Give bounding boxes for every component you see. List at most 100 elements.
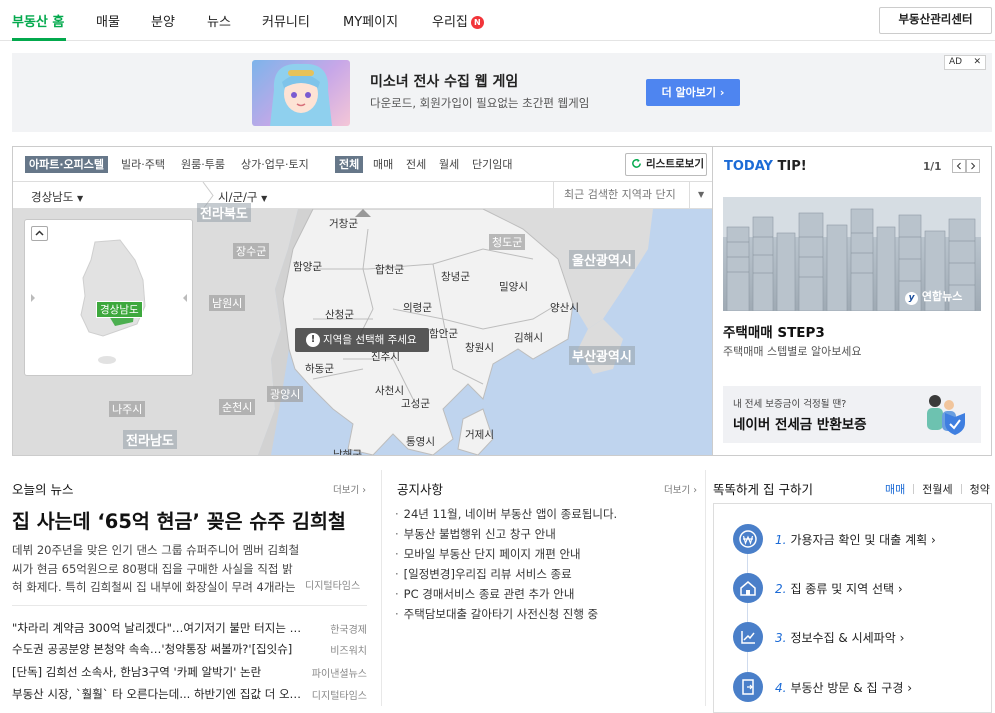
step-funding[interactable]: 1. 가용자금 확인 및 대출 계획 › xyxy=(733,524,983,554)
recent-search-placeholder: 최근 검색한 지역과 단지 xyxy=(564,188,676,201)
map-search-panel: 아파트·오피스텔 빌라·주택 원룸·투룸 상가·업무·토지 전체 매매 전세 월… xyxy=(12,146,713,456)
column-divider xyxy=(381,470,382,706)
news-item[interactable]: 부동산 시장, `훨훨` 타 오른다는데... 하반기엔 집값 더 오를까 디지털… xyxy=(12,686,367,704)
map-label-tongyeong[interactable]: 통영시 xyxy=(406,434,435,449)
tab-deal-all[interactable]: 전체 xyxy=(335,156,364,173)
nav-myhome-label: 우리집 xyxy=(432,15,468,30)
nav-presale[interactable]: 분양 xyxy=(151,11,175,30)
map-label-sacheon[interactable]: 사천시 xyxy=(375,383,404,398)
map-label-haman[interactable]: 함안군 xyxy=(429,326,458,341)
step-market-research[interactable]: 3. 정보수집 & 시세파악 › xyxy=(733,622,983,652)
realty-center-button[interactable]: 부동산관리센터 xyxy=(879,7,992,34)
tab-deal-jeonse[interactable]: 전세 xyxy=(406,156,426,173)
map-label-ulsan[interactable]: 울산광역시 xyxy=(569,250,635,269)
korea-minimap-shape xyxy=(31,239,187,364)
ad-title[interactable]: 미소녀 전사 수집 웹 게임 xyxy=(370,71,518,91)
map-label-hapcheon[interactable]: 합천군 xyxy=(375,262,404,277)
news-item[interactable]: [단독] 김희선 소속사, 한남3구역 '카페 알박기' 논란 파이낸셜뉴스 xyxy=(12,664,367,682)
step-number: 3. xyxy=(775,631,787,645)
region-select-bar: 경상남도 ▼ 시/군/구 ▼ 최근 검색한 지역과 단지 ▼ xyxy=(13,182,712,209)
map-label-uiryeong[interactable]: 의령군 xyxy=(403,300,432,315)
tab-house-sale[interactable]: 매매 xyxy=(885,483,905,496)
map-label-hadong[interactable]: 하동군 xyxy=(305,361,334,376)
house-icon xyxy=(733,573,763,603)
notice-more-link[interactable]: 더보기 › xyxy=(664,482,697,496)
notice-item[interactable]: 부동산 불법행위 신고 창구 안내 xyxy=(395,526,556,542)
tip-next-button[interactable] xyxy=(966,159,980,173)
notice-item[interactable]: [일정변경]우리집 리뷰 서비스 종료 xyxy=(395,566,572,582)
region-map[interactable]: 전라북도 울산광역시 부산광역시 전라남도 장수군 남원시 광양시 순천시 나주… xyxy=(13,203,712,455)
map-label-geoje[interactable]: 거제시 xyxy=(465,427,494,442)
ad-learn-more-button[interactable]: 더 알아보기 › xyxy=(646,79,740,106)
map-label-changwon[interactable]: 창원시 xyxy=(465,340,494,355)
news-item[interactable]: 수도권 공공분양 본청약 속속…'청약통장 써볼까?'[집잇슈] 비즈워치 xyxy=(12,641,367,659)
tab-house-subscription[interactable]: 청약 xyxy=(970,483,990,496)
map-label-hamyang[interactable]: 함양군 xyxy=(293,259,322,274)
map-label-gimhae[interactable]: 김해시 xyxy=(514,330,543,345)
korea-minimap[interactable]: 경상남도 xyxy=(24,219,193,376)
province-select[interactable]: 경상남도 ▼ xyxy=(31,189,83,205)
map-label-sancheong[interactable]: 산청군 xyxy=(325,307,354,322)
nav-listings[interactable]: 매물 xyxy=(96,11,120,30)
tab-deal-monthly[interactable]: 월세 xyxy=(439,156,459,173)
news-item-title[interactable]: 부동산 시장, `훨훨` 타 오른다는데... 하반기엔 집값 더 오를까 xyxy=(12,686,307,702)
tab-house-rent[interactable]: 전월세 xyxy=(922,483,952,496)
banner-headline: 네이버 전세금 반환보증 xyxy=(733,417,867,433)
notice-item[interactable]: 모바일 부동산 단지 페이지 개편 안내 xyxy=(395,546,581,562)
news-item-title[interactable]: 수도권 공공분양 본청약 속속…'청약통장 써볼까?'[집잇슈] xyxy=(12,641,307,657)
map-label-namwon: 남원시 xyxy=(209,295,246,311)
map-label-yangsan[interactable]: 양산시 xyxy=(550,300,579,315)
map-label-namhae[interactable]: 남해군 xyxy=(333,447,362,455)
tip-prev-button[interactable] xyxy=(952,159,966,173)
notice-more-label: 더보기 xyxy=(664,485,691,496)
news-summary[interactable]: 데뷔 20주년을 맞은 인기 댄스 그룹 슈퍼주니어 멤버 김희철씨가 현금 6… xyxy=(12,541,302,597)
news-item-title[interactable]: [단독] 김희선 소속사, 한남3구역 '카페 알박기' 논란 xyxy=(12,664,307,680)
chart-icon xyxy=(733,622,763,652)
news-divider xyxy=(12,605,367,606)
news-item[interactable]: "차라리 계약금 300억 날리겠다"…여기저기 불만 터지는 이유 한국경제 xyxy=(12,620,367,638)
house-guide-tabs: 매매 전월세 청약 xyxy=(885,481,990,497)
nav-home[interactable]: 부동산 홈 xyxy=(12,11,64,30)
tip-page-indicator: 1/1 xyxy=(923,161,942,173)
map-label-goseong[interactable]: 고성군 xyxy=(401,396,430,411)
notice-item[interactable]: PC 경매서비스 종료 관련 추가 안내 xyxy=(395,586,575,602)
list-view-button[interactable]: 리스트로보기 xyxy=(625,153,707,176)
map-label-geochang[interactable]: 거창군 xyxy=(329,216,358,231)
news-item-title[interactable]: "차라리 계약금 300억 날리겠다"…여기저기 불만 터지는 이유 xyxy=(12,620,307,636)
map-label-jeonnam: 전라남도 xyxy=(123,430,177,449)
tab-deal-sale[interactable]: 매매 xyxy=(373,156,393,173)
refresh-icon xyxy=(632,158,641,168)
news-headline[interactable]: 집 사는데 ‘65억 현금’ 꽂은 슈주 김희철 xyxy=(12,505,372,534)
map-label-busan[interactable]: 부산광역시 xyxy=(569,346,635,365)
map-label-jangsu: 장수군 xyxy=(233,243,270,259)
close-icon[interactable]: ✕ xyxy=(973,56,981,69)
tab-deal-short-term[interactable]: 단기임대 xyxy=(472,156,512,173)
nav-myhome[interactable]: 우리집 N xyxy=(432,11,484,30)
ad-banner[interactable]: 미소녀 전사 수집 웹 게임 다운로드, 회원가입이 필요없는 초간편 웹게임 … xyxy=(12,53,992,132)
tab-commercial-land[interactable]: 상가·업무·토지 xyxy=(241,156,309,173)
news-more-link[interactable]: 더보기 › xyxy=(333,482,366,496)
apartment-photo[interactable]: y 연합뉴스 xyxy=(723,197,981,311)
step-house-type[interactable]: 2. 집 종류 및 지역 선택 › xyxy=(733,573,983,603)
tip-label: TIP! xyxy=(777,159,807,174)
map-label-miryang[interactable]: 밀양시 xyxy=(499,279,528,294)
tab-apartment-officetel[interactable]: 아파트·오피스텔 xyxy=(25,156,109,173)
ad-badge[interactable]: AD ✕ xyxy=(944,55,986,70)
notice-item[interactable]: 24년 11월, 네이버 부동산 앱이 종료됩니다. xyxy=(395,506,618,522)
tab-villa-house[interactable]: 빌라·주택 xyxy=(121,156,165,173)
jeonse-guarantee-banner[interactable]: 내 전세 보증금이 걱정될 땐? 네이버 전세금 반환보증 xyxy=(723,386,981,443)
step-label: 3. 정보수집 & 시세파악 › xyxy=(775,629,904,646)
map-label-changnyeong[interactable]: 창녕군 xyxy=(441,269,470,284)
nav-news[interactable]: 뉴스 xyxy=(207,11,231,30)
tip-title[interactable]: 주택매매 STEP3 xyxy=(723,321,825,341)
tab-oneroom-tworoom[interactable]: 원룸·투룸 xyxy=(181,156,225,173)
step-visit[interactable]: 4. 부동산 방문 & 집 구경 › xyxy=(733,672,983,702)
nav-mypage[interactable]: MY페이지 xyxy=(343,11,398,30)
recent-search-dropdown[interactable]: 최근 검색한 지역과 단지 ▼ xyxy=(553,182,712,209)
today-tip-panel: TODAY TIP! 1/1 y 연합뉴스 주택매매 STEP3 주택매매 스텝… xyxy=(713,146,992,456)
chevron-right-icon xyxy=(971,162,976,170)
ad-learn-more-label: 더 알아보기 xyxy=(661,86,717,99)
notice-item[interactable]: 주택담보대출 갈아타기 사전신청 진행 중 xyxy=(395,606,598,622)
nav-community[interactable]: 커뮤니티 xyxy=(262,11,310,30)
recent-search-toggle[interactable]: ▼ xyxy=(689,182,712,208)
